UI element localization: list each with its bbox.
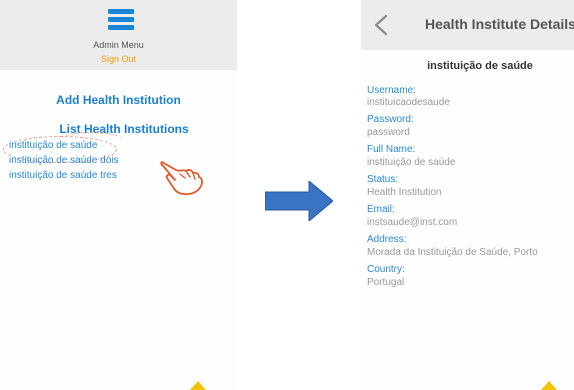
email-value: instsaude@inst.com: [367, 217, 458, 228]
status-label: Status:: [367, 174, 399, 185]
country-value: Portugal: [367, 277, 405, 288]
username-value: instituicaodesaude: [367, 97, 450, 108]
corner-indicator-icon: [190, 381, 206, 390]
institution-list-item[interactable]: instituição de saúde: [9, 140, 97, 151]
right-arrow-icon: [265, 181, 333, 221]
full-name-label: Full Name:: [367, 144, 416, 155]
institution-list-item[interactable]: instituição de saúde dois: [9, 155, 119, 166]
sign-out-link[interactable]: Sign Out: [0, 54, 237, 64]
username-label: Username:: [367, 85, 416, 96]
details-title: Health Institute Details: [425, 16, 574, 32]
email-label: Email:: [367, 204, 395, 215]
menu-title: Admin Menu: [93, 40, 144, 50]
address-label: Address:: [367, 234, 407, 245]
institution-list-item[interactable]: instituição de saúde tres: [9, 170, 117, 181]
full-name-value: instituição de saúde: [367, 157, 456, 168]
list-health-institutions-link[interactable]: List Health Institutions: [0, 122, 237, 136]
password-label: Password:: [367, 114, 414, 125]
admin-menu-screen: Admin Menu Sign Out Add Health Instituti…: [0, 0, 237, 390]
country-label: Country:: [367, 264, 405, 275]
status-value: Health Institution: [367, 187, 442, 198]
password-value: password: [367, 127, 410, 138]
add-health-institution-link[interactable]: Add Health Institution: [0, 93, 237, 107]
address-value: Morada da Instituição de Saúde, Porto: [367, 247, 538, 258]
institution-details-screen: Health Institute Details instituição de …: [361, 0, 574, 390]
back-icon[interactable]: [371, 14, 391, 36]
hamburger-icon[interactable]: [108, 9, 134, 31]
admin-menu-header: Admin Menu Sign Out: [0, 0, 237, 70]
corner-indicator-icon: [541, 381, 557, 390]
details-header-bar: Health Institute Details: [361, 0, 574, 50]
institution-name-heading: instituição de saúde: [427, 60, 533, 72]
pointing-hand-icon: [160, 161, 203, 196]
